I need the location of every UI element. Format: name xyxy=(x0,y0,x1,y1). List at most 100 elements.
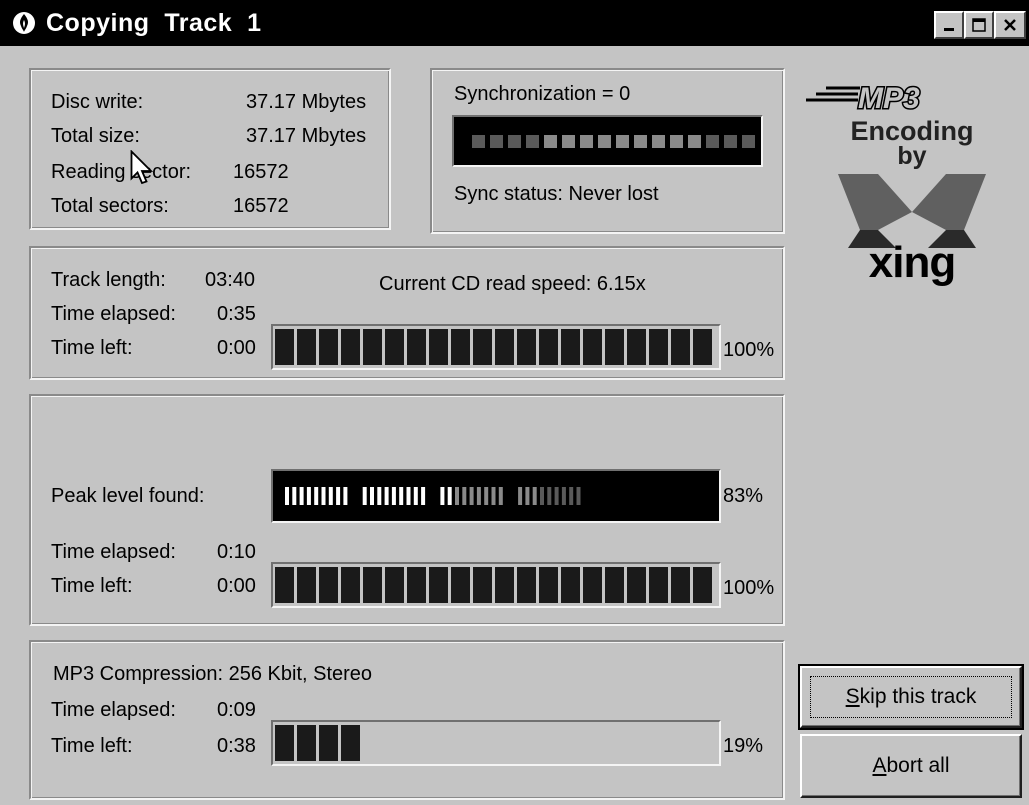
sync-meter-segment xyxy=(670,135,683,148)
disc-write-label: Disc write: xyxy=(51,91,144,113)
peak-meter-tick xyxy=(413,487,418,505)
peak-meter-tick xyxy=(469,487,474,505)
peak-meter-tick xyxy=(491,487,496,505)
minimize-icon xyxy=(944,28,954,31)
track-length-label: Track length: xyxy=(51,269,166,291)
progress-segment xyxy=(605,329,624,365)
progress-segment xyxy=(319,725,338,761)
peak-meter-tick xyxy=(343,487,348,505)
peak-meter-tick xyxy=(525,487,530,505)
progress-segment xyxy=(451,567,470,603)
peak-level-label: Peak level found: xyxy=(51,485,205,507)
peak-panel: Peak level found: 83% Time elapsed: 0:10… xyxy=(29,394,785,626)
peak-meter-tick xyxy=(421,487,426,505)
logo-brand: xing xyxy=(869,238,955,287)
sync-meter-segment xyxy=(526,135,539,148)
compression-elapsed-label: Time elapsed: xyxy=(51,699,176,721)
progress-segment xyxy=(363,329,382,365)
peak-meter-tick xyxy=(285,487,289,505)
progress-segment xyxy=(385,329,404,365)
progress-segment xyxy=(407,567,426,603)
progress-segment xyxy=(583,567,602,603)
maximize-icon xyxy=(972,18,986,32)
progress-segment xyxy=(649,567,668,603)
peak-meter-tick xyxy=(476,487,481,505)
progress-segment xyxy=(517,329,536,365)
peak-level-percent: 83% xyxy=(723,485,764,507)
peak-meter-tick xyxy=(540,487,544,505)
progress-segment xyxy=(385,567,404,603)
peak-meter-tick xyxy=(299,487,304,505)
peak-progress-bar xyxy=(271,562,721,608)
progress-segment xyxy=(297,725,316,761)
peak-level-meter xyxy=(271,469,721,523)
progress-segment xyxy=(671,567,690,603)
mouse-cursor-icon xyxy=(130,150,154,185)
progress-segment xyxy=(517,567,536,603)
progress-segment xyxy=(495,567,514,603)
title-bar[interactable]: Copying Track 1 xyxy=(0,0,1029,46)
total-sectors-label: Total sectors: xyxy=(51,195,169,217)
compression-left-value: 0:38 xyxy=(217,735,256,757)
window-title: Copying Track 1 xyxy=(46,9,262,37)
reading-sector-value: 16572 xyxy=(233,161,289,183)
sync-meter-segment xyxy=(598,135,611,148)
xing-x-icon xyxy=(838,174,986,248)
peak-meter-tick xyxy=(569,487,574,505)
progress-segment xyxy=(473,329,492,365)
progress-segment xyxy=(451,329,470,365)
abort-all-button[interactable]: Abort all xyxy=(800,734,1022,798)
sync-meter-segment xyxy=(472,135,485,148)
track-elapsed-label: Time elapsed: xyxy=(51,303,176,325)
progress-segment xyxy=(363,567,382,603)
peak-percent: 100% xyxy=(723,577,775,599)
sync-status: Sync status: Never lost xyxy=(454,183,659,205)
peak-meter-tick xyxy=(547,487,552,505)
compression-panel: MP3 Compression: 256 Kbit, Stereo Time e… xyxy=(29,640,785,800)
progress-segment xyxy=(561,329,580,365)
peak-meter-tick xyxy=(362,487,367,505)
sync-panel: Synchronization = 0 Sync status: Never l… xyxy=(430,68,785,234)
peak-meter-tick xyxy=(561,487,566,505)
close-button[interactable] xyxy=(994,11,1026,39)
track-left-label: Time left: xyxy=(51,337,133,359)
progress-segment xyxy=(649,329,668,365)
peak-left-label: Time left: xyxy=(51,575,133,597)
sync-meter-segment xyxy=(580,135,593,148)
sync-meter-segment xyxy=(742,135,755,148)
peak-meter-tick xyxy=(399,487,404,505)
total-size-value: 37.17 Mbytes xyxy=(246,125,367,147)
progress-segment xyxy=(605,567,624,603)
maximize-button[interactable] xyxy=(964,11,994,39)
compression-elapsed-value: 0:09 xyxy=(217,699,256,721)
progress-segment xyxy=(561,567,580,603)
logo-by: by xyxy=(897,142,926,170)
track-progress-bar xyxy=(271,324,721,370)
progress-segment xyxy=(429,329,448,365)
sync-label: Synchronization = 0 xyxy=(454,83,631,105)
skip-track-button[interactable]: Skip this track xyxy=(798,664,1024,730)
minimize-button[interactable] xyxy=(934,11,964,39)
progress-segment xyxy=(275,329,294,365)
peak-meter-tick xyxy=(321,487,326,505)
peak-elapsed-label: Time elapsed: xyxy=(51,541,176,563)
sync-meter-segment xyxy=(490,135,503,148)
peak-meter-tick xyxy=(576,487,581,505)
cd-read-speed: Current CD read speed: 6.15x xyxy=(379,273,646,295)
peak-meter-tick xyxy=(440,487,445,505)
progress-segment xyxy=(627,567,646,603)
progress-segment xyxy=(627,329,646,365)
sync-meter-segment xyxy=(706,135,719,148)
compression-percent: 19% xyxy=(723,735,764,757)
sync-meter-segment xyxy=(652,135,665,148)
peak-meter-tick xyxy=(462,487,467,505)
track-percent: 100% xyxy=(723,339,775,361)
sync-meter-segment xyxy=(688,135,701,148)
track-left-value: 0:00 xyxy=(217,337,256,359)
peak-meter-tick xyxy=(498,487,503,505)
peak-meter-tick xyxy=(292,487,297,505)
progress-segment xyxy=(319,567,338,603)
progress-segment xyxy=(341,329,360,365)
peak-meter-tick xyxy=(532,487,537,505)
peak-meter-tick xyxy=(306,487,311,505)
